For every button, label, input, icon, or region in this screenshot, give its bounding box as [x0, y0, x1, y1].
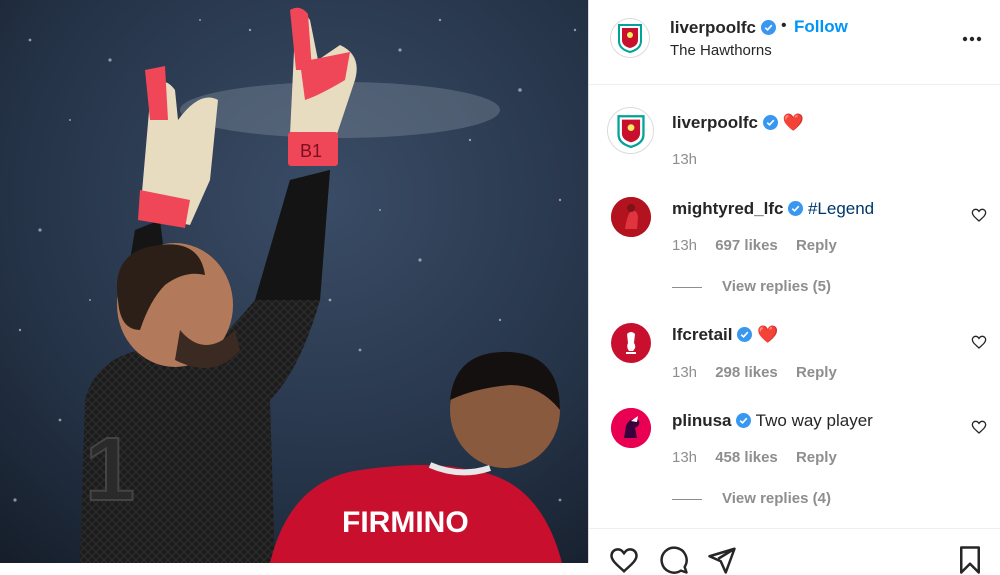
comment-like-heart-icon[interactable] [971, 419, 987, 435]
comment-reply-button[interactable]: Reply [796, 449, 837, 466]
comment-icon[interactable] [659, 545, 689, 575]
lfc-liverbird-icon [626, 332, 636, 354]
comment-username[interactable]: plinusa [672, 411, 732, 430]
comment: lfcretail ❤️ [672, 325, 778, 345]
verified-icon [760, 20, 776, 35]
caption-username[interactable]: liverpoolfc [672, 113, 758, 132]
save-icon[interactable] [955, 545, 985, 575]
verified-icon [736, 413, 752, 428]
caption-time[interactable]: 13h [672, 151, 697, 168]
comment-text: Two way player [755, 411, 873, 430]
comment: mightyred_lfc #Legend [672, 199, 874, 219]
shirt-name: FIRMINO [342, 506, 469, 539]
comment-username[interactable]: mightyred_lfc [672, 199, 783, 218]
more-options-icon[interactable] [962, 36, 982, 42]
verified-icon [762, 115, 778, 130]
comment-reply-button[interactable]: Reply [796, 237, 837, 254]
lfc-crest-icon [616, 114, 645, 148]
post-action-bar [589, 528, 1000, 574]
view-replies-button[interactable]: View replies (5) [672, 278, 831, 295]
share-icon[interactable] [707, 545, 737, 575]
post-photo[interactable]: B1 1 FIRMINO [0, 0, 588, 563]
caption-avatar[interactable] [607, 107, 654, 154]
post-header: liverpoolfc • Follow The Hawthorns [589, 0, 1000, 85]
comment-meta: 13h 458 likes Reply [672, 449, 837, 466]
comment: plinusa Two way player [672, 411, 873, 431]
comment-text[interactable]: #Legend [808, 199, 874, 218]
avatar-image [611, 197, 651, 237]
comment-like-heart-icon[interactable] [971, 207, 987, 223]
comment-time[interactable]: 13h [672, 237, 697, 254]
author-avatar[interactable] [610, 18, 650, 58]
view-replies-label[interactable]: View replies (5) [722, 278, 831, 295]
caption: liverpoolfc ❤️ [672, 113, 804, 133]
replies-divider [672, 286, 702, 288]
premier-league-lion-icon [611, 408, 651, 448]
author-username-text[interactable]: liverpoolfc [670, 18, 756, 37]
view-replies-label[interactable]: View replies (4) [722, 490, 831, 507]
comment-time[interactable]: 13h [672, 364, 697, 381]
separator-dot: • [781, 17, 787, 34]
comment-likes[interactable]: 697 likes [715, 237, 778, 254]
verified-icon [788, 201, 804, 216]
glove-label: B1 [300, 141, 322, 161]
comment-meta: 13h 298 likes Reply [672, 364, 837, 381]
svg-text:1: 1 [85, 420, 135, 520]
replies-divider [672, 498, 702, 500]
heart-icon[interactable] [609, 545, 639, 575]
comment-time[interactable]: 13h [672, 449, 697, 466]
comment-meta: 13h 697 likes Reply [672, 237, 837, 254]
comment-text: ❤️ [756, 325, 779, 344]
comment-like-heart-icon[interactable] [971, 334, 987, 350]
follow-button[interactable]: Follow [794, 17, 848, 37]
post-image: B1 1 FIRMINO [0, 0, 588, 563]
caption-text: ❤️ [782, 113, 804, 132]
comment-username[interactable]: lfcretail [672, 325, 732, 344]
comment-avatar-lfcretail[interactable] [611, 323, 651, 363]
verified-icon [737, 327, 753, 342]
comment-avatar-plinusa[interactable] [611, 408, 651, 448]
post-side-panel: liverpoolfc • Follow The Hawthorns liver… [588, 0, 1000, 574]
comment-likes[interactable]: 458 likes [715, 449, 778, 466]
comment-likes[interactable]: 298 likes [715, 364, 778, 381]
comment-reply-button[interactable]: Reply [796, 364, 837, 381]
view-replies-button[interactable]: View replies (4) [672, 490, 831, 507]
post-location[interactable]: The Hawthorns [670, 42, 772, 59]
lfc-crest-icon [618, 24, 642, 53]
author-username[interactable]: liverpoolfc [670, 18, 776, 38]
comment-avatar-mightyred[interactable] [611, 197, 651, 237]
